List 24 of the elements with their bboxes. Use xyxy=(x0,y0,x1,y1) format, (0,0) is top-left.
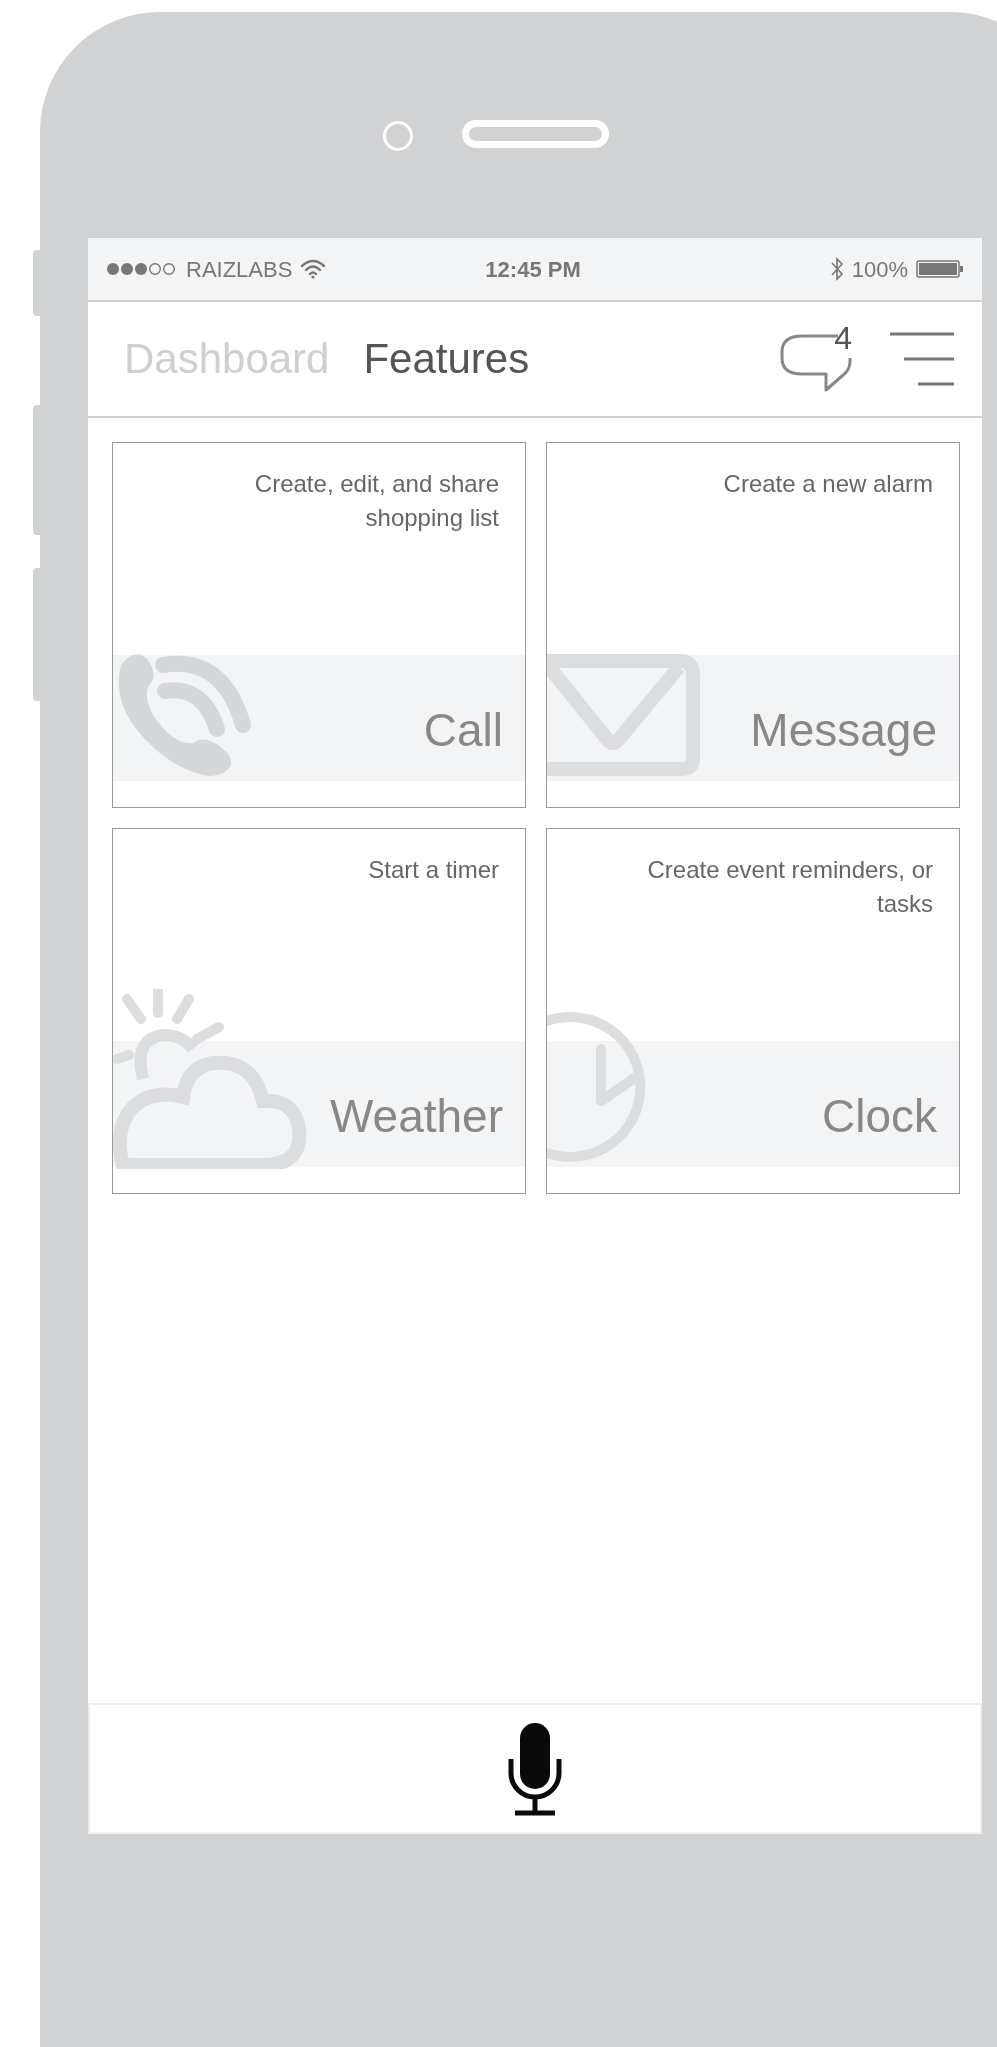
tile-title: Clock xyxy=(821,1093,937,1139)
camera xyxy=(383,121,413,151)
message-count: 4 xyxy=(834,322,852,354)
carrier-name: RAIZLABS xyxy=(186,255,293,284)
status-time: 12:45 PM xyxy=(485,255,581,284)
feature-tile[interactable]: Create event reminders, or tasks Clock xyxy=(546,828,960,1194)
tile-description: Create event reminders, or tasks xyxy=(646,855,933,919)
microphone-icon[interactable] xyxy=(508,1720,562,1817)
feature-tile[interactable]: Create a new alarm Message xyxy=(546,442,960,808)
battery-icon xyxy=(916,259,964,279)
tile-description: Start a timer xyxy=(367,855,499,885)
tile-title: Weather xyxy=(329,1093,503,1139)
menu-icon[interactable] xyxy=(888,331,956,387)
tile-title: Call xyxy=(423,707,503,753)
signal-strength-icon xyxy=(106,261,178,277)
feature-tile[interactable]: Start a timer Weather xyxy=(112,828,526,1194)
battery-percentage: 100% xyxy=(851,255,908,284)
messages-button[interactable]: 4 xyxy=(778,324,858,394)
wifi-icon xyxy=(300,259,327,279)
bluetooth-icon xyxy=(829,257,844,281)
tile-description: Create, edit, and share shopping list xyxy=(253,469,499,533)
header-tab[interactable]: Features xyxy=(363,338,530,380)
feature-tile[interactable]: Create, edit, and share shopping list Call xyxy=(112,442,526,808)
tile-description: Create a new alarm xyxy=(722,469,933,499)
